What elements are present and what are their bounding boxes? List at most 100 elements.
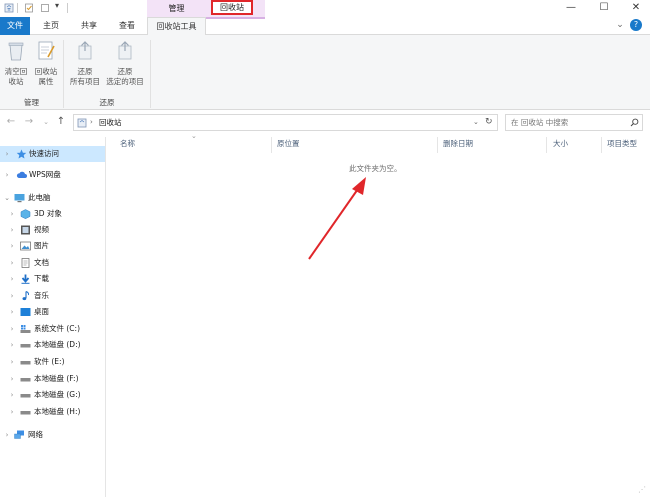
recycle-properties-icon <box>38 41 55 60</box>
restore-selected-button[interactable]: 还原 选定的项目 <box>103 40 147 87</box>
nav-item-drive-g[interactable]: › 本地磁盘 (G:) <box>0 387 105 403</box>
tab-share[interactable]: 共享 <box>74 17 104 35</box>
nav-item-drive-h[interactable]: › 本地磁盘 (H:) <box>0 404 105 420</box>
expand-chevron-icon[interactable]: › <box>8 222 16 238</box>
expand-chevron-icon[interactable]: › <box>3 167 11 183</box>
tab-view[interactable]: 查看 <box>112 17 142 35</box>
nav-label: 本地磁盘 (G:) <box>34 390 81 399</box>
column-divider[interactable] <box>437 137 438 153</box>
nav-item-drive-c[interactable]: › 系统文件 (C:) <box>0 321 105 337</box>
nav-label: 视频 <box>34 225 49 234</box>
expand-chevron-icon[interactable]: › <box>3 427 11 443</box>
cube-icon <box>20 209 31 219</box>
breadcrumb-recycle-bin[interactable]: 回收站 <box>99 115 122 130</box>
nav-item-desktop[interactable]: › 桌面 <box>0 304 105 320</box>
minimize-button[interactable]: — <box>557 0 585 17</box>
nav-item-videos[interactable]: › 视频 <box>0 222 105 238</box>
picture-icon <box>20 241 31 251</box>
search-icon[interactable] <box>630 118 639 127</box>
new-folder-icon[interactable] <box>40 3 50 13</box>
ribbon-group-separator-2 <box>150 40 151 108</box>
up-arrow-icon[interactable]: ↑ <box>55 116 67 128</box>
expand-chevron-icon[interactable]: › <box>8 255 16 271</box>
help-icon[interactable]: ? <box>630 19 642 31</box>
system-drive-icon <box>20 325 31 333</box>
nav-label: 本地磁盘 (D:) <box>34 340 81 349</box>
nav-item-network[interactable]: › 网络 <box>0 427 105 443</box>
expand-chevron-icon[interactable]: › <box>8 371 16 387</box>
sort-indicator-icon: ⌄ <box>191 132 197 140</box>
music-note-icon <box>22 291 30 301</box>
tab-recycle-tools[interactable]: 回收站工具 <box>147 17 206 36</box>
expand-chevron-icon[interactable]: › <box>8 354 16 370</box>
expand-chevron-icon[interactable]: › <box>8 337 16 353</box>
search-box[interactable]: 在 回收站 中搜索 <box>505 114 643 131</box>
expand-chevron-icon[interactable]: › <box>8 304 16 320</box>
empty-recycle-bin-icon <box>8 42 24 61</box>
context-group-recycle-highlight: 回收站 <box>211 0 253 15</box>
nav-item-drive-d[interactable]: › 本地磁盘 (D:) <box>0 337 105 353</box>
expand-chevron-icon[interactable]: › <box>8 387 16 403</box>
address-dropdown-icon[interactable]: ⌄ <box>473 115 479 130</box>
maximize-button[interactable]: ☐ <box>590 0 618 17</box>
column-divider[interactable] <box>546 137 547 153</box>
nav-label: 网络 <box>28 430 43 439</box>
column-divider[interactable] <box>601 137 602 153</box>
refresh-icon[interactable]: ↻ <box>485 115 493 130</box>
tab-home[interactable]: 主页 <box>36 17 66 35</box>
column-header-item-type[interactable]: 项目类型 <box>607 138 637 150</box>
restore-all-icon <box>78 41 92 60</box>
recycle-props-label-2: 属性 <box>38 77 54 86</box>
star-icon <box>16 149 27 159</box>
column-header-size[interactable]: 大小 <box>553 138 568 150</box>
breadcrumb-chevron-icon[interactable]: › <box>90 115 93 130</box>
expand-chevron-icon[interactable]: › <box>8 271 16 287</box>
expand-chevron-icon[interactable]: › <box>8 238 16 254</box>
download-arrow-icon <box>21 274 30 284</box>
column-header-date-deleted[interactable]: 删除日期 <box>443 138 473 150</box>
nav-item-drive-e[interactable]: › 软件 (E:) <box>0 354 105 370</box>
resize-grip-icon[interactable]: ⋰ <box>638 485 648 495</box>
nav-item-downloads[interactable]: › 下载 <box>0 271 105 287</box>
tab-file[interactable]: 文件 <box>0 17 30 35</box>
nav-item-quick-access[interactable]: › 快速访问 <box>0 146 105 162</box>
recycle-bin-properties-button[interactable]: 回收站 属性 <box>31 40 61 87</box>
nav-item-music[interactable]: › 音乐 <box>0 288 105 304</box>
nav-label: 系统文件 (C:) <box>34 324 80 333</box>
collapse-chevron-icon[interactable]: ⌄ <box>3 190 11 206</box>
qat-divider-2 <box>67 3 68 13</box>
nav-label: WPS网盘 <box>29 170 61 179</box>
nav-label: 软件 (E:) <box>34 357 65 366</box>
address-bar[interactable]: › 回收站 ⌄ ↻ <box>73 114 498 131</box>
nav-label: 本地磁盘 (F:) <box>34 374 79 383</box>
restore-all-button[interactable]: 还原 所有项目 <box>66 40 104 87</box>
nav-item-3d-objects[interactable]: › 3D 对象 <box>0 206 105 222</box>
back-arrow-icon[interactable]: ← <box>5 116 17 128</box>
column-divider[interactable] <box>271 137 272 153</box>
close-button[interactable]: ✕ <box>622 0 650 17</box>
nav-label: 桌面 <box>34 307 49 316</box>
nav-item-this-pc[interactable]: ⌄ 此电脑 <box>0 190 105 206</box>
forward-arrow-icon[interactable]: → <box>23 116 35 128</box>
ribbon-collapse-icon[interactable]: ⌄ <box>614 19 626 31</box>
column-header-original-location[interactable]: 原位置 <box>277 138 300 150</box>
nav-item-wps[interactable]: › WPS网盘 <box>0 167 105 183</box>
computer-icon <box>14 194 25 203</box>
recent-locations-icon[interactable]: ⌄ <box>40 116 52 128</box>
cloud-icon <box>16 171 27 178</box>
column-header-name[interactable]: 名称 <box>120 138 135 150</box>
recycle-props-label-1: 回收站 <box>34 67 58 76</box>
expand-chevron-icon[interactable]: › <box>8 321 16 337</box>
expand-chevron-icon[interactable]: › <box>8 404 16 420</box>
nav-item-documents[interactable]: › 文档 <box>0 255 105 271</box>
qat-dropdown-icon[interactable]: ▾ <box>55 1 59 10</box>
properties-icon[interactable] <box>24 3 34 13</box>
nav-item-drive-f[interactable]: › 本地磁盘 (F:) <box>0 371 105 387</box>
empty-recycle-bin-button[interactable]: 清空回 收站 <box>2 40 30 87</box>
expand-chevron-icon[interactable]: › <box>8 206 16 222</box>
expand-chevron-icon[interactable]: › <box>3 146 11 162</box>
nav-label: 音乐 <box>34 291 49 300</box>
nav-item-pictures[interactable]: › 图片 <box>0 238 105 254</box>
drive-icon <box>20 411 31 415</box>
expand-chevron-icon[interactable]: › <box>8 288 16 304</box>
